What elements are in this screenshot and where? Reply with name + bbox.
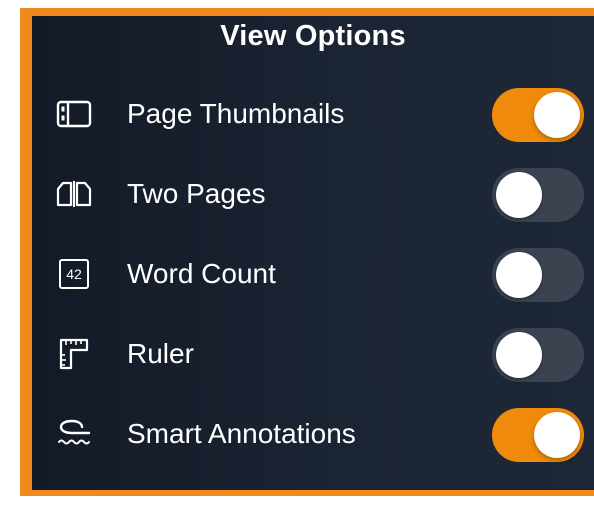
ruler-toggle[interactable] xyxy=(492,328,584,382)
sidebar-thumbnails-icon xyxy=(50,90,98,138)
word-count-icon: 42 xyxy=(50,250,98,298)
option-row-page-thumbnails: Page Thumbnails xyxy=(32,82,594,146)
toggle-knob xyxy=(496,172,542,218)
ruler-icon xyxy=(50,330,98,378)
option-label: Two Pages xyxy=(127,178,266,209)
option-label: Ruler xyxy=(127,338,194,369)
toggle-knob xyxy=(496,252,542,298)
option-row-two-pages: Two Pages xyxy=(32,162,594,226)
toggle-knob xyxy=(534,92,580,138)
option-label: Smart Annotations xyxy=(127,418,356,449)
page-thumbnails-toggle[interactable] xyxy=(492,88,584,142)
option-row-smart-annotations: Smart Annotations xyxy=(32,402,594,466)
smart-annotations-toggle[interactable] xyxy=(492,408,584,462)
option-label: Page Thumbnails xyxy=(127,98,345,129)
word-count-toggle[interactable] xyxy=(492,248,584,302)
smart-annotations-icon xyxy=(50,410,98,458)
view-options-panel: View Options Page Thumbnails Two Pages 4… xyxy=(32,16,594,490)
two-pages-icon xyxy=(50,170,98,218)
toggle-knob xyxy=(496,332,542,378)
option-row-word-count: 42 Word Count xyxy=(32,242,594,306)
two-pages-toggle[interactable] xyxy=(492,168,584,222)
option-label: Word Count xyxy=(127,258,276,289)
panel-title: View Options xyxy=(220,20,406,52)
toggle-knob xyxy=(534,412,580,458)
option-row-ruler: Ruler xyxy=(32,322,594,386)
word-count-icon-text: 42 xyxy=(59,259,89,289)
